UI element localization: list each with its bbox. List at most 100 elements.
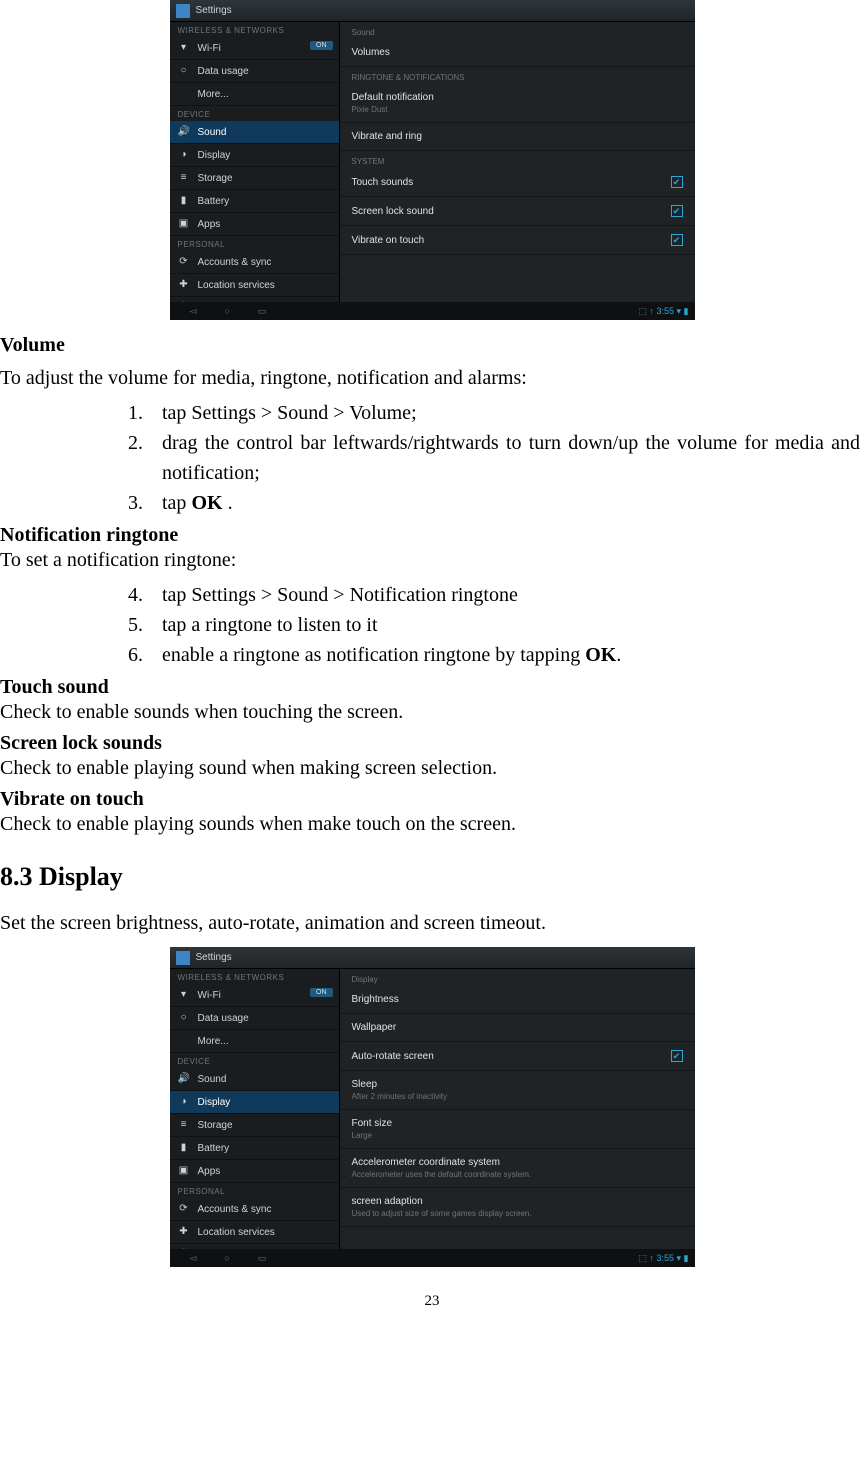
settings-sidebar: WIRELESS & NETWORKS▾Wi-FiON○Data usageMo… xyxy=(170,22,340,302)
checkbox-icon[interactable]: ✔ xyxy=(671,1050,683,1062)
sidebar-item[interactable]: 🔊 Sound xyxy=(170,121,339,144)
sidebar-section-header: WIRELESS & NETWORKS xyxy=(170,969,339,984)
sidebar-item[interactable]: ▾Wi-FiON xyxy=(170,984,339,1007)
detail-row-label: Touch sounds xyxy=(352,177,414,188)
sidebar-item[interactable]: ○Data usage xyxy=(170,1007,339,1030)
sidebar-item[interactable]: ▮Battery xyxy=(170,190,339,213)
sidebar-section-header: PERSONAL xyxy=(170,1183,339,1198)
sidebar-item-icon: ✚ xyxy=(178,279,190,291)
sidebar-item-icon: ◑ xyxy=(178,1096,190,1108)
sidebar-item-icon: ≡ xyxy=(178,172,190,184)
app-topbar: Settings xyxy=(170,947,695,969)
detail-row[interactable]: Font sizeLarge xyxy=(340,1110,695,1149)
home-icon[interactable]: ○ xyxy=(224,306,229,316)
sidebar-item[interactable]: 🔊Sound xyxy=(170,1068,339,1091)
home-icon[interactable]: ○ xyxy=(224,1253,229,1263)
sidebar-item[interactable]: ⟳Accounts & sync xyxy=(170,251,339,274)
sidebar-item-label: Display xyxy=(198,1097,231,1108)
page-number: 23 xyxy=(0,1293,864,1310)
status-area: ⬚ ↑ 3:55 ▾ ▮ xyxy=(639,306,689,317)
detail-row[interactable]: Volumes xyxy=(340,39,695,67)
detail-row[interactable]: Brightness xyxy=(340,986,695,1014)
sidebar-item[interactable]: ◑Display xyxy=(170,144,339,167)
sidebar-item[interactable]: ○Data usage xyxy=(170,60,339,83)
sidebar-item-icon: 🔊 xyxy=(178,126,190,138)
sidebar-item-label: Accounts & sync xyxy=(198,1204,272,1215)
text-screen-lock-sounds: Check to enable playing sound when makin… xyxy=(0,755,864,782)
list-volume-steps: 1.tap Settings > Sound > Volume;2.drag t… xyxy=(0,398,864,518)
text-volume-intro: To adjust the volume for media, ringtone… xyxy=(0,365,864,392)
toggle-on-badge[interactable]: ON xyxy=(310,988,333,997)
settings-detail-panel: SoundVolumesRINGTONE & NOTIFICATIONSDefa… xyxy=(340,22,695,302)
sidebar-item[interactable]: ✚ Location services xyxy=(170,274,339,297)
sidebar-item[interactable]: More... xyxy=(170,83,339,106)
recents-icon[interactable]: ▭ xyxy=(258,1253,267,1263)
sidebar-item[interactable]: 🔒Security xyxy=(170,297,339,302)
detail-row[interactable]: SleepAfter 2 minutes of inactivity xyxy=(340,1071,695,1110)
app-title: Settings xyxy=(196,952,232,963)
sidebar-item-icon: ▾ xyxy=(178,989,190,1001)
detail-row[interactable]: Auto-rotate screen✔ xyxy=(340,1042,695,1071)
detail-row-label: Wallpaper xyxy=(352,1022,397,1033)
detail-row[interactable]: Accelerometer coordinate systemAccelerom… xyxy=(340,1149,695,1188)
sidebar-item-label: More... xyxy=(198,89,229,100)
sidebar-item-icon: ▣ xyxy=(178,218,190,230)
sidebar-item-label: Location services xyxy=(198,1227,275,1238)
sidebar-item-icon: ▾ xyxy=(178,42,190,54)
sidebar-item[interactable]: ✚Location services xyxy=(170,1221,339,1244)
list-item: 2.drag the control bar leftwards/rightwa… xyxy=(0,428,864,488)
sidebar-item[interactable]: ▮Battery xyxy=(170,1137,339,1160)
checkbox-icon[interactable]: ✔ xyxy=(671,205,683,217)
heading-notification-ringtone: Notification ringtone xyxy=(0,524,864,547)
detail-row-label: Vibrate and ring xyxy=(352,131,422,142)
detail-row[interactable]: screen adaptionUsed to adjust size of so… xyxy=(340,1188,695,1227)
list-item-text: tap OK . xyxy=(162,488,864,518)
list-item-number: 1. xyxy=(128,398,162,428)
detail-row[interactable]: Screen lock sound✔ xyxy=(340,197,695,226)
sidebar-item-icon xyxy=(178,88,190,100)
detail-row[interactable]: Wallpaper xyxy=(340,1014,695,1042)
sidebar-item[interactable]: 🔒Security xyxy=(170,1244,339,1249)
sidebar-item[interactable]: ≡Storage xyxy=(170,1114,339,1137)
sidebar-item[interactable]: ▣Apps xyxy=(170,213,339,236)
checkbox-icon[interactable]: ✔ xyxy=(671,176,683,188)
sidebar-item[interactable]: ▣Apps xyxy=(170,1160,339,1183)
sidebar-section-header: DEVICE xyxy=(170,106,339,121)
detail-row[interactable]: Default notificationPixie Dust xyxy=(340,84,695,123)
sidebar-item-icon: 🔊 xyxy=(178,1073,190,1085)
sidebar-section-header: PERSONAL xyxy=(170,236,339,251)
status-time: ⬚ ↑ 3:55 ▾ ▮ xyxy=(639,1253,689,1264)
sidebar-item-icon xyxy=(178,1035,190,1047)
list-notification-steps: 4.tap Settings > Sound > Notification ri… xyxy=(0,580,864,670)
toggle-on-badge[interactable]: ON xyxy=(310,41,333,50)
app-topbar: Settings xyxy=(170,0,695,22)
sidebar-item-label: Location services xyxy=(198,280,275,291)
list-item-number: 3. xyxy=(128,488,162,518)
sidebar-item[interactable]: ⟳Accounts & sync xyxy=(170,1198,339,1221)
app-title: Settings xyxy=(196,5,232,16)
back-icon[interactable]: ◅ xyxy=(190,306,197,316)
sidebar-item-icon: ▣ xyxy=(178,1165,190,1177)
recents-icon[interactable]: ▭ xyxy=(258,306,267,316)
checkbox-icon[interactable]: ✔ xyxy=(671,234,683,246)
text-vibrate-on-touch: Check to enable playing sounds when make… xyxy=(0,811,864,838)
detail-row[interactable]: Touch sounds ✔ xyxy=(340,168,695,197)
sidebar-item[interactable]: ◑ Display xyxy=(170,1091,339,1114)
sidebar-item-label: Wi-Fi xyxy=(198,43,221,54)
sidebar-item-label: Data usage xyxy=(198,66,249,77)
detail-row[interactable]: Vibrate on touch✔ xyxy=(340,226,695,255)
sidebar-item[interactable]: ≡Storage xyxy=(170,167,339,190)
detail-row-sublabel: Accelerometer uses the default coordinat… xyxy=(352,1170,532,1179)
detail-row[interactable]: Vibrate and ring xyxy=(340,123,695,151)
settings-icon xyxy=(176,951,190,965)
sidebar-item-label: Sound xyxy=(198,127,227,138)
sidebar-item-label: Accounts & sync xyxy=(198,257,272,268)
text-notification-intro: To set a notification ringtone: xyxy=(0,547,864,574)
back-icon[interactable]: ◅ xyxy=(190,1253,197,1263)
sidebar-item[interactable]: ▾ Wi-Fi ON xyxy=(170,37,339,60)
heading-screen-lock-sounds: Screen lock sounds xyxy=(0,732,162,754)
sidebar-item-icon: ≡ xyxy=(178,1119,190,1131)
sidebar-item[interactable]: More... xyxy=(170,1030,339,1053)
detail-row-sublabel: Used to adjust size of some games displa… xyxy=(352,1209,532,1218)
settings-icon xyxy=(176,4,190,18)
